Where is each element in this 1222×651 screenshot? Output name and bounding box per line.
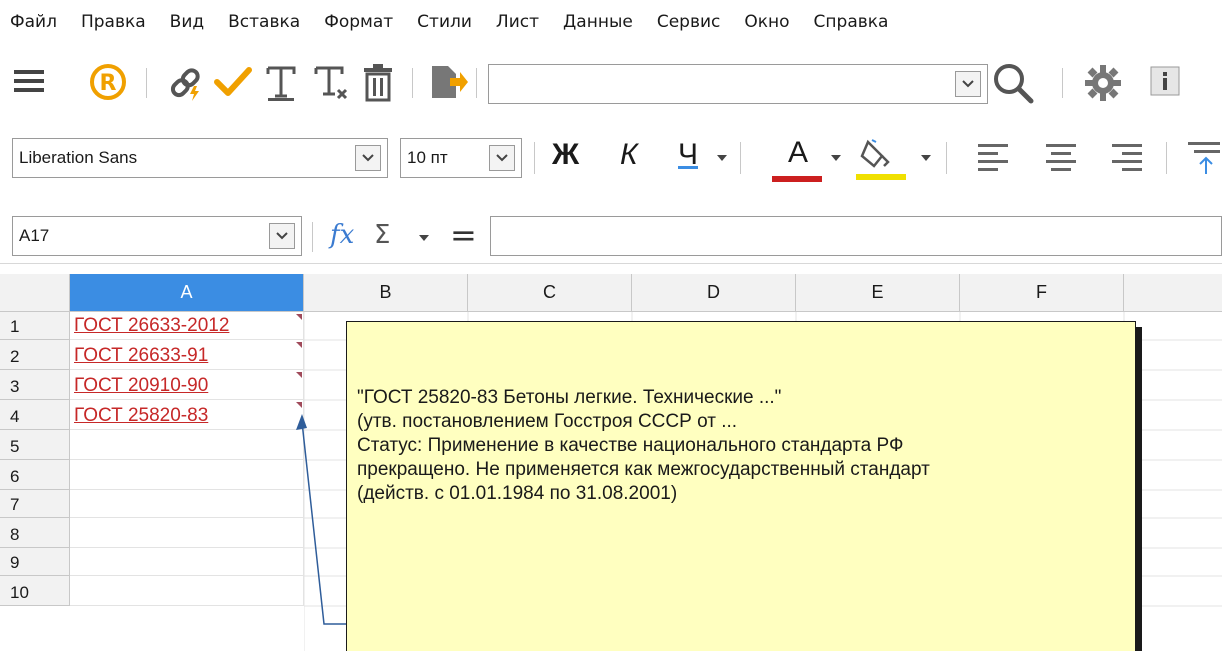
text-icon[interactable] [264, 64, 298, 102]
sum-dropdown-icon[interactable] [418, 234, 430, 242]
info-icon[interactable] [1150, 66, 1180, 96]
align-center-icon[interactable] [1044, 142, 1078, 174]
comment-marker-a3[interactable] [296, 372, 302, 378]
row-header-2[interactable]: 2 [0, 340, 70, 370]
font-size-value[interactable]: 10 пт [401, 148, 489, 168]
menu-edit[interactable]: Правка [69, 12, 158, 32]
extension-toolbar: R [0, 52, 1222, 112]
font-name-value[interactable]: Liberation Sans [13, 148, 355, 168]
menu-window[interactable]: Окно [732, 12, 801, 32]
search-icon[interactable] [992, 62, 1036, 104]
column-header-a[interactable]: A [70, 274, 304, 312]
formula-equals-button[interactable]: = [450, 216, 477, 254]
cell-a7[interactable] [70, 490, 304, 518]
cell-a9[interactable] [70, 548, 304, 576]
function-wizard-button[interactable]: fx [330, 220, 354, 250]
cell-a1[interactable]: ГОСТ 26633-2012 [70, 312, 304, 340]
menu-file[interactable]: Файл [8, 12, 69, 32]
row-header-10[interactable]: 10 [0, 576, 70, 606]
registered-icon[interactable]: R [88, 62, 128, 102]
column-header-e[interactable]: E [796, 274, 960, 312]
chevron-down-icon[interactable] [269, 223, 295, 249]
comment-marker-a1[interactable] [296, 314, 302, 320]
bold-button[interactable]: Ж [552, 138, 579, 172]
delete-icon[interactable] [360, 62, 396, 102]
select-all-corner[interactable] [0, 274, 70, 312]
separator [1166, 142, 1167, 174]
separator [1062, 68, 1063, 98]
separator [740, 142, 741, 174]
name-box-value[interactable]: A17 [13, 226, 269, 246]
settings-icon[interactable] [1084, 64, 1122, 102]
font-color-button[interactable]: А [788, 136, 808, 170]
separator [476, 68, 477, 98]
formatting-toolbar: Liberation Sans 10 пт Ж К Ч А [0, 128, 1222, 188]
menu-bar: Файл Правка Вид Вставка Формат Стили Лис… [0, 0, 1222, 44]
menu-icon[interactable] [12, 66, 46, 96]
svg-text:R: R [100, 71, 117, 96]
align-left-icon[interactable] [976, 142, 1010, 174]
cell-comment-popup: "ГОСТ 25820-83 Бетоны легкие. Технически… [346, 321, 1136, 651]
menu-format[interactable]: Формат [312, 12, 405, 32]
separator [412, 68, 413, 98]
font-size-combo[interactable]: 10 пт [400, 138, 522, 178]
cell-a6[interactable] [70, 460, 304, 490]
chevron-down-icon[interactable] [355, 145, 381, 171]
menu-sheet[interactable]: Лист [484, 12, 551, 32]
cell-a5[interactable] [70, 430, 304, 460]
separator [146, 68, 147, 98]
menu-tools[interactable]: Сервис [645, 12, 733, 32]
cell-a8[interactable] [70, 518, 304, 548]
italic-button[interactable]: К [620, 138, 638, 172]
font-name-combo[interactable]: Liberation Sans [12, 138, 388, 178]
document-icon[interactable] [428, 64, 468, 102]
row-header-9[interactable]: 9 [0, 548, 70, 576]
search-combo[interactable] [488, 64, 988, 104]
row-header-4[interactable]: 4 [0, 400, 70, 430]
row-header-3[interactable]: 3 [0, 370, 70, 400]
row-header-8[interactable]: 8 [0, 518, 70, 548]
comment-marker-a2[interactable] [296, 342, 302, 348]
font-color-dropdown-icon[interactable] [830, 154, 842, 162]
highlight-icon[interactable] [854, 138, 908, 182]
comment-marker-a4[interactable] [296, 402, 302, 408]
comment-callout-line [296, 414, 346, 625]
row-header-5[interactable]: 5 [0, 430, 70, 460]
menu-view[interactable]: Вид [158, 12, 216, 32]
column-header-b[interactable]: B [304, 274, 468, 312]
row-header-1[interactable]: 1 [0, 312, 70, 340]
cell-a4[interactable]: ГОСТ 25820-83 [70, 400, 304, 430]
separator [946, 142, 947, 174]
clear-format-icon[interactable] [312, 64, 350, 102]
menu-data[interactable]: Данные [551, 12, 645, 32]
menu-styles[interactable]: Стили [405, 12, 484, 32]
font-color-swatch [772, 176, 822, 182]
separator [312, 222, 313, 252]
menu-insert[interactable]: Вставка [216, 12, 312, 32]
formula-bar: A17 fx Σ = [0, 208, 1222, 264]
cell-a2[interactable]: ГОСТ 26633-91 [70, 340, 304, 370]
highlight-dropdown-icon[interactable] [920, 154, 932, 162]
menu-help[interactable]: Справка [802, 12, 901, 32]
chevron-down-icon[interactable] [489, 145, 515, 171]
underline-button[interactable]: Ч [678, 138, 698, 172]
name-box[interactable]: A17 [12, 216, 302, 256]
align-top-icon[interactable] [1186, 140, 1220, 176]
align-right-icon[interactable] [1110, 142, 1144, 174]
column-header-d[interactable]: D [632, 274, 796, 312]
formula-input[interactable] [490, 216, 1222, 256]
chevron-down-icon[interactable] [955, 71, 981, 97]
row-header-6[interactable]: 6 [0, 460, 70, 490]
column-header-g[interactable]: G [1124, 274, 1222, 312]
cell-a3[interactable]: ГОСТ 20910-90 [70, 370, 304, 400]
separator [534, 142, 535, 174]
underline-dropdown-icon[interactable] [716, 154, 728, 162]
cell-a10[interactable] [70, 576, 304, 606]
sum-button[interactable]: Σ [374, 220, 390, 250]
link-icon[interactable] [166, 62, 206, 102]
check-icon[interactable] [214, 64, 252, 100]
row-header-7[interactable]: 7 [0, 490, 70, 518]
column-header-f[interactable]: F [960, 274, 1124, 312]
column-header-c[interactable]: C [468, 274, 632, 312]
